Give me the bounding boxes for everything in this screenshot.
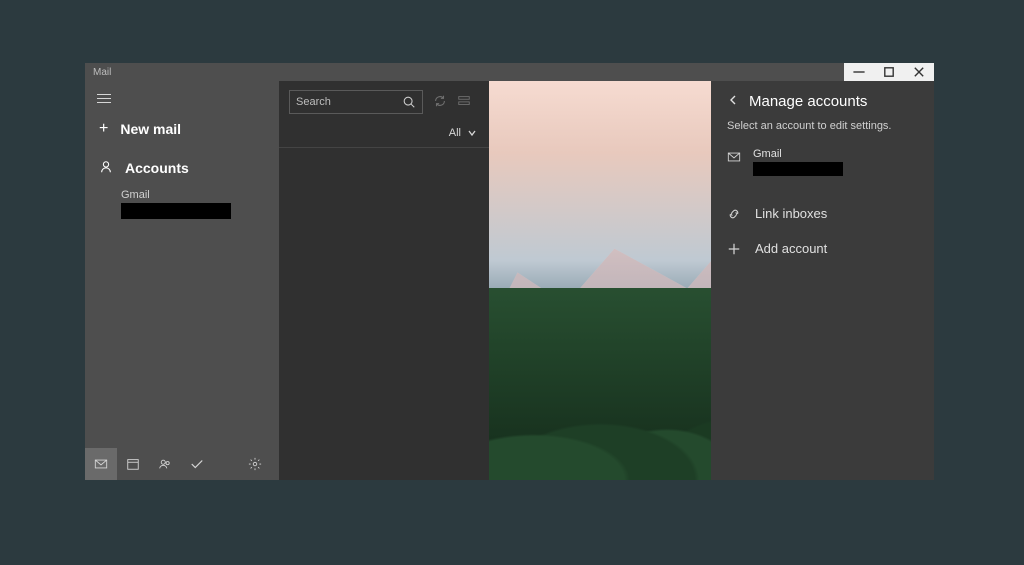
add-account-label: Add account (755, 241, 827, 256)
window-title: Mail (93, 67, 111, 78)
chevron-down-icon (467, 128, 477, 138)
maximize-icon (882, 65, 896, 79)
account-settings-item[interactable]: Gmail (727, 148, 918, 176)
people-icon (158, 457, 172, 471)
bottom-icon-bar (85, 448, 279, 480)
calendar-icon (126, 457, 140, 471)
settings-button[interactable] (239, 448, 271, 480)
gear-icon (248, 457, 262, 471)
plus-icon: + (99, 120, 108, 138)
check-icon (190, 457, 204, 471)
account-name: Gmail (121, 189, 150, 201)
sync-button[interactable] (433, 94, 447, 111)
link-inboxes-label: Link inboxes (755, 206, 827, 221)
manage-accounts-flyout: Manage accounts Select an account to edi… (711, 81, 934, 480)
mail-tab[interactable] (85, 448, 117, 480)
add-account-button[interactable]: Add account (727, 231, 918, 266)
link-inboxes-button[interactable]: Link inboxes (727, 196, 918, 231)
list-divider (279, 147, 489, 148)
flyout-account-email-redacted (753, 162, 843, 176)
flyout-header: Manage accounts (727, 91, 918, 120)
filter-dropdown[interactable]: All (279, 123, 489, 147)
calendar-tab[interactable] (117, 448, 149, 480)
flyout-title: Manage accounts (749, 93, 867, 110)
search-input[interactable]: Search (289, 90, 423, 114)
flyout-subtitle: Select an account to edit settings. (727, 120, 918, 132)
todo-tab[interactable] (181, 448, 213, 480)
select-mode-button[interactable] (457, 94, 471, 111)
minimize-icon (852, 65, 866, 79)
search-icon (402, 95, 416, 109)
plus-icon (727, 242, 741, 256)
link-icon (727, 207, 741, 221)
main-area: + New mail Accounts Gmail (85, 81, 934, 480)
search-row: Search (279, 81, 489, 123)
accounts-label: Accounts (125, 160, 189, 176)
account-email-redacted (121, 203, 231, 219)
titlebar: Mail (85, 63, 934, 81)
mail-icon (94, 457, 108, 471)
chevron-left-icon (727, 94, 739, 106)
mail-app-window: Mail + New mail Accounts (85, 63, 934, 480)
select-icon (457, 94, 471, 108)
close-button[interactable] (904, 63, 934, 81)
close-icon (912, 65, 926, 79)
new-mail-label: New mail (120, 121, 181, 137)
sidebar-account-item[interactable]: Gmail (85, 185, 279, 223)
message-list-pane: Search All (279, 81, 489, 480)
maximize-button[interactable] (874, 63, 904, 81)
filter-label: All (449, 127, 461, 139)
people-tab[interactable] (149, 448, 181, 480)
mail-icon (727, 150, 741, 164)
flyout-account-name: Gmail (753, 148, 843, 160)
person-icon (99, 160, 113, 177)
hamburger-button[interactable] (85, 81, 279, 112)
sync-icon (433, 94, 447, 108)
new-mail-button[interactable]: + New mail (85, 112, 279, 146)
hamburger-icon (97, 94, 267, 104)
search-placeholder: Search (296, 96, 331, 108)
back-button[interactable] (727, 93, 739, 110)
nav-pane: + New mail Accounts Gmail (85, 81, 279, 480)
minimize-button[interactable] (844, 63, 874, 81)
window-controls (844, 63, 934, 81)
accounts-header[interactable]: Accounts (85, 146, 279, 185)
